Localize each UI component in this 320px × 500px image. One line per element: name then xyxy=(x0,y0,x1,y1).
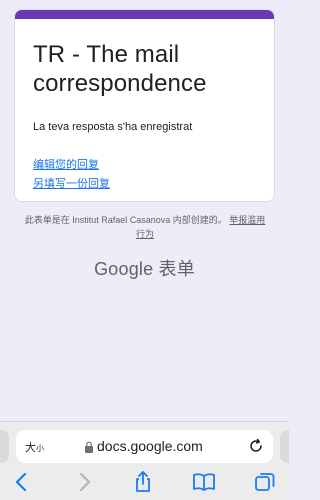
chevron-right-icon[interactable] xyxy=(72,470,96,494)
previous-tab-peek[interactable] xyxy=(0,430,9,463)
next-tab-peek[interactable] xyxy=(280,430,289,463)
text-size-large-glyph: 大 xyxy=(25,442,36,454)
safari-toolbar: 大小 docs.google.com xyxy=(0,421,289,500)
card-accent-bar xyxy=(15,10,274,19)
confirmation-card: TR - The mail correspondence La teva res… xyxy=(14,9,275,202)
book-icon[interactable] xyxy=(192,470,216,494)
page: TR - The mail correspondence La teva res… xyxy=(0,0,289,500)
lock-icon xyxy=(85,441,93,453)
reload-icon[interactable] xyxy=(248,438,264,454)
address-bar[interactable]: 大小 docs.google.com xyxy=(16,430,273,463)
google-forms-logo[interactable]: Google 表单 xyxy=(0,255,289,281)
disclaimer-text: 此表单是在 Institut Rafael Casanova 内部创建的。 xyxy=(24,215,227,225)
text-size-small-glyph: 小 xyxy=(36,444,44,453)
tabs-icon[interactable] xyxy=(253,470,277,494)
chevron-left-icon[interactable] xyxy=(10,470,34,494)
share-icon[interactable] xyxy=(131,470,155,494)
text-size-button[interactable]: 大小 xyxy=(25,439,44,455)
submit-another-response-link[interactable]: 另填写一份回复 xyxy=(33,175,110,191)
form-disclaimer: 此表单是在 Institut Rafael Casanova 内部创建的。 举报… xyxy=(24,213,266,241)
url-domain: docs.google.com xyxy=(97,438,203,454)
edit-response-link[interactable]: 编辑您的回复 xyxy=(33,156,99,172)
confirmation-message: La teva resposta s'ha enregistrat xyxy=(33,121,193,133)
form-title: TR - The mail correspondence xyxy=(33,41,207,97)
